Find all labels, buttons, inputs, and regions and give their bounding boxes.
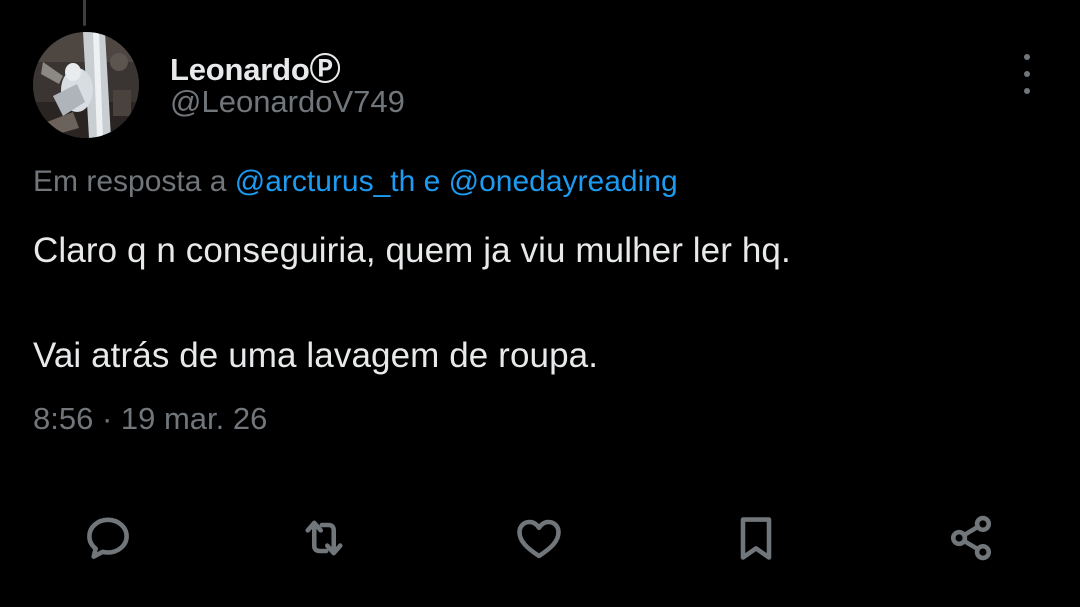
mention-link-onedayreading[interactable]: @onedayreading bbox=[449, 165, 678, 198]
mention-link-arcturus[interactable]: @arcturus_th bbox=[235, 165, 416, 198]
premium-badge-icon: Ⓟ bbox=[309, 52, 341, 87]
bookmark-icon bbox=[740, 517, 772, 560]
thread-connector-line bbox=[83, 0, 86, 26]
author-name: Leonardo bbox=[170, 52, 310, 87]
like-button[interactable] bbox=[512, 511, 566, 565]
author-handle[interactable]: @LeonardoV749 bbox=[170, 84, 405, 120]
reply-button[interactable] bbox=[81, 511, 135, 565]
more-vertical-icon bbox=[1024, 54, 1030, 60]
avatar[interactable] bbox=[33, 32, 139, 138]
bookmark-button[interactable] bbox=[729, 511, 783, 565]
reply-icon bbox=[87, 517, 129, 559]
tweet-text-line-1: Claro q n conseguiria, quem ja viu mulhe… bbox=[33, 231, 791, 270]
reply-context: Em resposta a @arcturus_th e @onedayread… bbox=[33, 165, 678, 199]
reply-context-prefix: Em resposta a bbox=[33, 165, 227, 198]
heart-icon bbox=[517, 519, 561, 559]
author-display-name[interactable]: LeonardoⓅ bbox=[170, 44, 341, 89]
repost-icon bbox=[305, 520, 343, 556]
more-vertical-icon-dot-3 bbox=[1024, 88, 1030, 94]
more-options-button[interactable] bbox=[1009, 54, 1045, 94]
avatar-image bbox=[33, 32, 139, 138]
more-vertical-icon-dot-2 bbox=[1024, 71, 1030, 77]
repost-button[interactable] bbox=[297, 511, 351, 565]
reply-context-conjunction[interactable]: e bbox=[424, 165, 441, 198]
tweet-text-line-2: Vai atrás de uma lavagem de roupa. bbox=[33, 336, 599, 375]
share-button[interactable] bbox=[944, 511, 998, 565]
tweet-timestamp[interactable]: 8:56 · 19 mar. 26 bbox=[33, 401, 267, 437]
share-icon bbox=[950, 515, 992, 561]
